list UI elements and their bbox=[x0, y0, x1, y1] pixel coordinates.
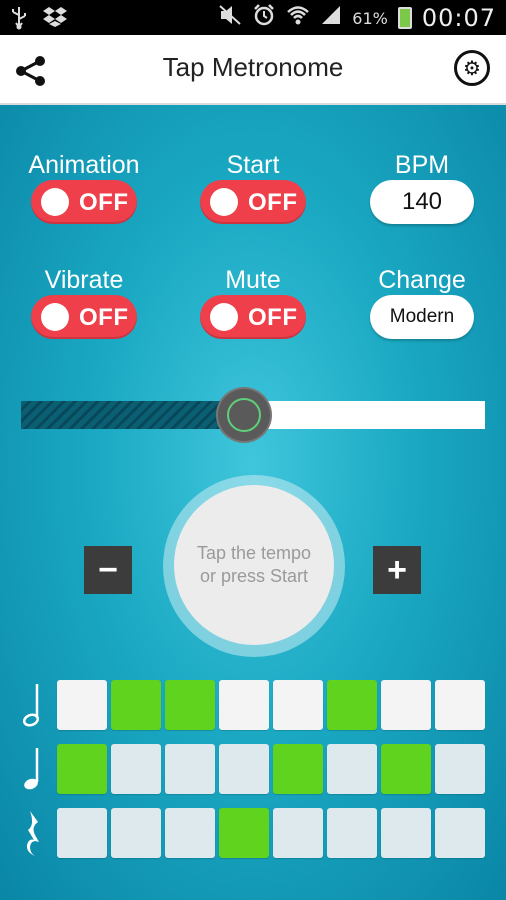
beat-cell[interactable] bbox=[111, 680, 161, 730]
tap-button-face: Tap the tempo or press Start bbox=[174, 485, 334, 645]
toggle-state: OFF bbox=[79, 189, 129, 216]
app-bar: Tap Metronome ⚙ bbox=[0, 35, 506, 105]
mute-icon bbox=[218, 4, 242, 32]
bpm-input[interactable]: 140 bbox=[370, 180, 474, 224]
beat-cell[interactable] bbox=[435, 744, 485, 794]
beat-cell[interactable] bbox=[219, 680, 269, 730]
beat-cell[interactable] bbox=[57, 744, 107, 794]
animation-toggle[interactable]: OFF bbox=[31, 180, 137, 224]
half-note-icon bbox=[22, 680, 44, 734]
beat-cell[interactable] bbox=[327, 744, 377, 794]
beat-cell[interactable] bbox=[381, 808, 431, 858]
animation-label: Animation bbox=[28, 151, 140, 179]
rest-icon bbox=[22, 808, 44, 862]
clock: 00:07 bbox=[421, 4, 496, 32]
mute-toggle[interactable]: OFF bbox=[200, 295, 306, 339]
dropbox-icon bbox=[42, 5, 68, 38]
slider-fill bbox=[21, 401, 244, 429]
vibrate-label: Vibrate bbox=[44, 266, 124, 294]
toggle-state: OFF bbox=[248, 304, 298, 331]
signal-icon bbox=[320, 4, 342, 32]
beat-cell[interactable] bbox=[111, 744, 161, 794]
beat-cell[interactable] bbox=[57, 680, 107, 730]
beat-row-rest bbox=[57, 808, 485, 858]
beat-cell[interactable] bbox=[111, 808, 161, 858]
beat-cell[interactable] bbox=[165, 680, 215, 730]
toggle-state: OFF bbox=[79, 304, 129, 331]
bpm-label: BPM bbox=[394, 151, 450, 179]
beat-cell[interactable] bbox=[219, 744, 269, 794]
beat-cell[interactable] bbox=[435, 680, 485, 730]
beat-cell[interactable] bbox=[165, 744, 215, 794]
beat-row-half bbox=[57, 680, 485, 730]
alarm-icon bbox=[252, 3, 276, 33]
increase-button[interactable]: + bbox=[373, 546, 421, 594]
main-panel: Animation Start BPM OFF OFF 140 Vibrate … bbox=[0, 105, 506, 900]
toggle-knob bbox=[210, 303, 238, 331]
tap-hint-line2: or press Start bbox=[199, 566, 309, 586]
change-label: Change bbox=[378, 266, 466, 294]
slider-thumb[interactable] bbox=[218, 389, 270, 441]
slider-thumb-ring bbox=[227, 398, 261, 432]
beat-row-quarter bbox=[57, 744, 485, 794]
toggle-knob bbox=[41, 188, 69, 216]
tap-button[interactable]: Tap the tempo or press Start bbox=[163, 475, 345, 657]
beat-cell[interactable] bbox=[273, 744, 323, 794]
beat-cell[interactable] bbox=[381, 744, 431, 794]
beat-cell[interactable] bbox=[327, 808, 377, 858]
beat-cell[interactable] bbox=[57, 808, 107, 858]
tap-hint-line1: Tap the tempo bbox=[196, 543, 312, 563]
quarter-note-icon bbox=[22, 744, 44, 798]
battery-percent: 61% bbox=[352, 8, 388, 28]
beat-cell[interactable] bbox=[219, 808, 269, 858]
toggle-knob bbox=[210, 188, 238, 216]
status-bar: 61% 00:07 bbox=[0, 0, 506, 35]
change-sound-button[interactable]: Modern bbox=[370, 295, 474, 339]
beat-cell[interactable] bbox=[327, 680, 377, 730]
beat-cell[interactable] bbox=[381, 680, 431, 730]
mute-label: Mute bbox=[225, 266, 281, 294]
beat-cell[interactable] bbox=[165, 808, 215, 858]
beat-cell[interactable] bbox=[273, 808, 323, 858]
beat-cell[interactable] bbox=[435, 808, 485, 858]
toggle-knob bbox=[41, 303, 69, 331]
decrease-button[interactable]: − bbox=[84, 546, 132, 594]
wifi-icon bbox=[286, 4, 310, 32]
start-toggle[interactable]: OFF bbox=[200, 180, 306, 224]
battery-icon bbox=[397, 7, 412, 29]
gear-icon[interactable]: ⚙ bbox=[454, 50, 490, 86]
app-title: Tap Metronome bbox=[162, 52, 344, 82]
toggle-state: OFF bbox=[248, 189, 298, 216]
usb-icon bbox=[10, 5, 28, 38]
beat-cell[interactable] bbox=[273, 680, 323, 730]
vibrate-toggle[interactable]: OFF bbox=[31, 295, 137, 339]
start-label: Start bbox=[226, 151, 280, 179]
